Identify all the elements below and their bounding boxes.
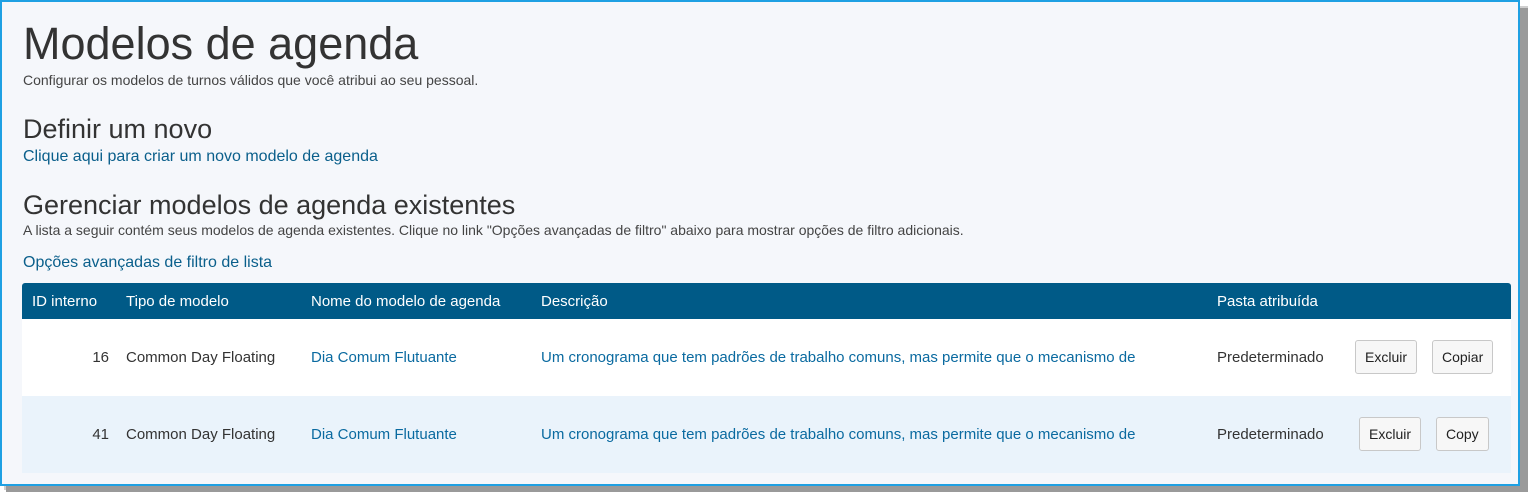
cell-folder: Predeterminado [1217, 349, 1324, 366]
page-subtitle: Configurar os modelos de turnos válidos … [23, 72, 479, 88]
cell-description-link[interactable]: Um cronograma que tem padrões de trabalh… [541, 349, 1204, 366]
page-title: Modelos de agenda [23, 18, 419, 69]
col-header-type[interactable]: Tipo de modelo [126, 293, 229, 310]
table-row: 16 Common Day Floating Dia Comum Flutuan… [22, 319, 1511, 396]
define-heading: Definir um novo [23, 114, 213, 144]
advanced-filter-link[interactable]: Opções avançadas de filtro de lista [23, 254, 272, 272]
col-header-name[interactable]: Nome do modelo de agenda [311, 293, 500, 310]
delete-button[interactable]: Excluir [1355, 340, 1418, 374]
copy-button[interactable]: Copy [1436, 417, 1489, 451]
table-header: ID interno Tipo de modelo Nome do modelo… [22, 283, 1511, 319]
cell-description-link[interactable]: Um cronograma que tem padrões de trabalh… [541, 426, 1204, 443]
cell-type: Common Day Floating [126, 349, 276, 366]
delete-button[interactable]: Excluir [1359, 417, 1422, 451]
cell-type: Common Day Floating [126, 426, 276, 443]
cell-name-link[interactable]: Dia Comum Flutuante [311, 426, 457, 443]
clipped-top-link [62, 2, 452, 7]
create-template-link[interactable]: Clique aqui para criar um novo modelo de… [23, 148, 378, 166]
cell-id: 16 [92, 349, 109, 366]
cell-id: 41 [92, 426, 109, 443]
col-header-folder[interactable]: Pasta atribuída [1217, 293, 1318, 310]
table-row: 41 Common Day Floating Dia Comum Flutuan… [22, 396, 1511, 473]
manage-heading: Gerenciar modelos de agenda existentes [23, 190, 516, 220]
templates-table: ID interno Tipo de modelo Nome do modelo… [22, 283, 1511, 473]
col-header-id[interactable]: ID interno [32, 293, 97, 310]
cell-folder: Predeterminado [1217, 426, 1324, 443]
copy-button[interactable]: Copiar [1432, 340, 1494, 374]
cell-name-link[interactable]: Dia Comum Flutuante [311, 349, 457, 366]
manage-description: A lista a seguir contém seus modelos de … [23, 222, 964, 238]
page-frame: Modelos de agenda Configurar os modelos … [0, 0, 1520, 486]
col-header-description[interactable]: Descrição [541, 293, 608, 310]
